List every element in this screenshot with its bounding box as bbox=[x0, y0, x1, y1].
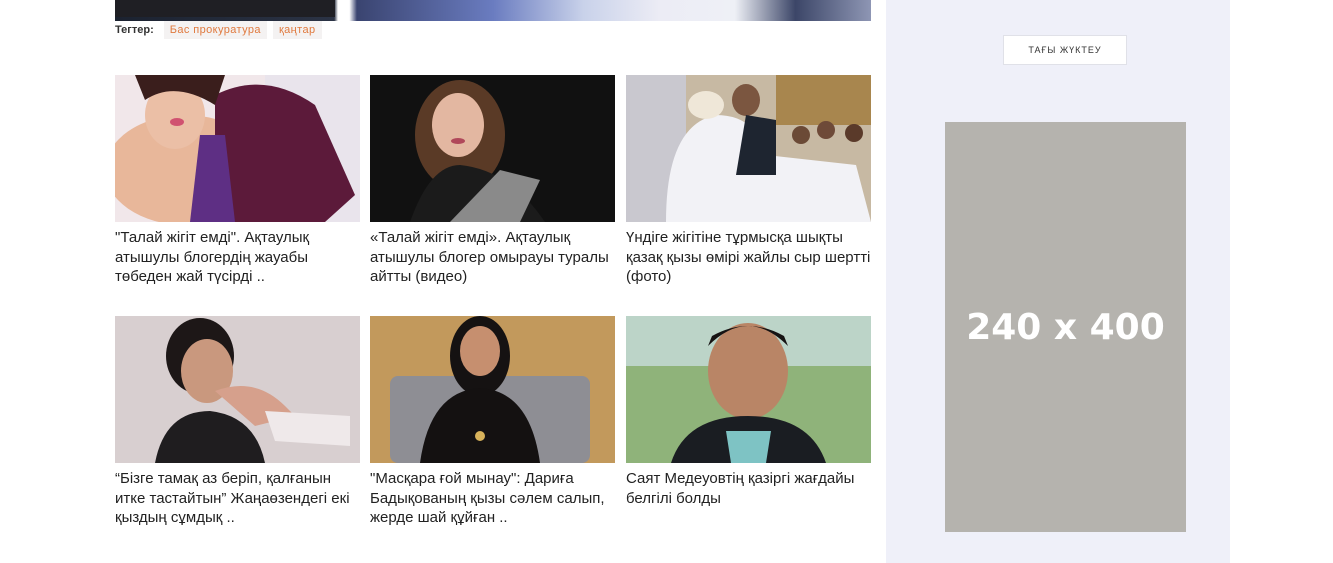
article-thumbnail[interactable] bbox=[115, 75, 360, 222]
tags-row: Тегтер: Бас прокуратура қаңтар bbox=[115, 20, 322, 40]
article-thumbnail[interactable] bbox=[115, 316, 360, 463]
article-thumbnail[interactable] bbox=[626, 316, 871, 463]
sidebar: ТАҒЫ ЖҮКТЕУ 240 x 400 bbox=[886, 0, 1230, 563]
article-card[interactable]: "Талай жігіт емді". Ақтаулық атышулы бло… bbox=[115, 75, 360, 287]
hero-video-overlay bbox=[115, 0, 335, 17]
ad-size-label: 240 x 400 bbox=[966, 306, 1165, 348]
tag-link[interactable]: Бас прокуратура bbox=[163, 21, 267, 39]
article-title[interactable]: "Талай жігіт емді". Ақтаулық атышулы бло… bbox=[115, 228, 360, 287]
article-thumbnail[interactable] bbox=[626, 75, 871, 222]
load-more-button[interactable]: ТАҒЫ ЖҮКТЕУ bbox=[1003, 35, 1127, 65]
article-card[interactable]: “Бізге тамақ аз беріп, қалғанын итке тас… bbox=[115, 316, 360, 528]
article-card[interactable]: "Масқара ғой мынау": Дариға Бадықованың … bbox=[370, 316, 615, 528]
tags-label: Тегтер: bbox=[115, 24, 154, 36]
tag-link[interactable]: қаңтар bbox=[272, 21, 322, 39]
article-thumbnail[interactable] bbox=[370, 75, 615, 222]
ad-banner-240x400[interactable]: 240 x 400 bbox=[945, 122, 1186, 532]
article-thumbnail[interactable] bbox=[370, 316, 615, 463]
hero-image[interactable] bbox=[115, 0, 871, 21]
article-card[interactable]: «Талай жігіт емді». Ақтаулық атышулы бло… bbox=[370, 75, 615, 287]
article-card[interactable]: Үндіге жігітіне тұрмысқа шықты қазақ қыз… bbox=[626, 75, 871, 287]
article-title[interactable]: “Бізге тамақ аз беріп, қалғанын итке тас… bbox=[115, 469, 360, 528]
article-card[interactable]: Саят Медеуовтің қазіргі жағдайы белгілі … bbox=[626, 316, 871, 508]
article-title[interactable]: «Талай жігіт емді». Ақтаулық атышулы бло… bbox=[370, 228, 615, 287]
article-title[interactable]: "Масқара ғой мынау": Дариға Бадықованың … bbox=[370, 469, 615, 528]
article-title[interactable]: Саят Медеуовтің қазіргі жағдайы белгілі … bbox=[626, 469, 871, 508]
article-title[interactable]: Үндіге жігітіне тұрмысқа шықты қазақ қыз… bbox=[626, 228, 871, 287]
